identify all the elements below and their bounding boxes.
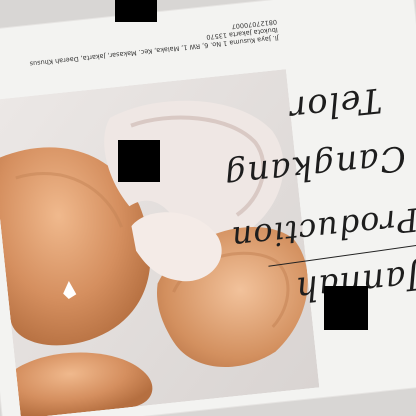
business-card: Jannah Production Cangkang Telor Jl. Jay… xyxy=(0,0,416,416)
redaction-box-center xyxy=(118,140,160,182)
handwriting-line-3: Cangkang xyxy=(222,137,408,197)
handwriting-line-4: Telor xyxy=(287,79,384,129)
redaction-box-right xyxy=(324,286,368,330)
photo-scene: Jannah Production Cangkang Telor Jl. Jay… xyxy=(0,0,416,416)
handwritten-text-block: Jannah Production Cangkang Telor xyxy=(213,7,416,335)
redaction-box-top xyxy=(115,0,157,22)
